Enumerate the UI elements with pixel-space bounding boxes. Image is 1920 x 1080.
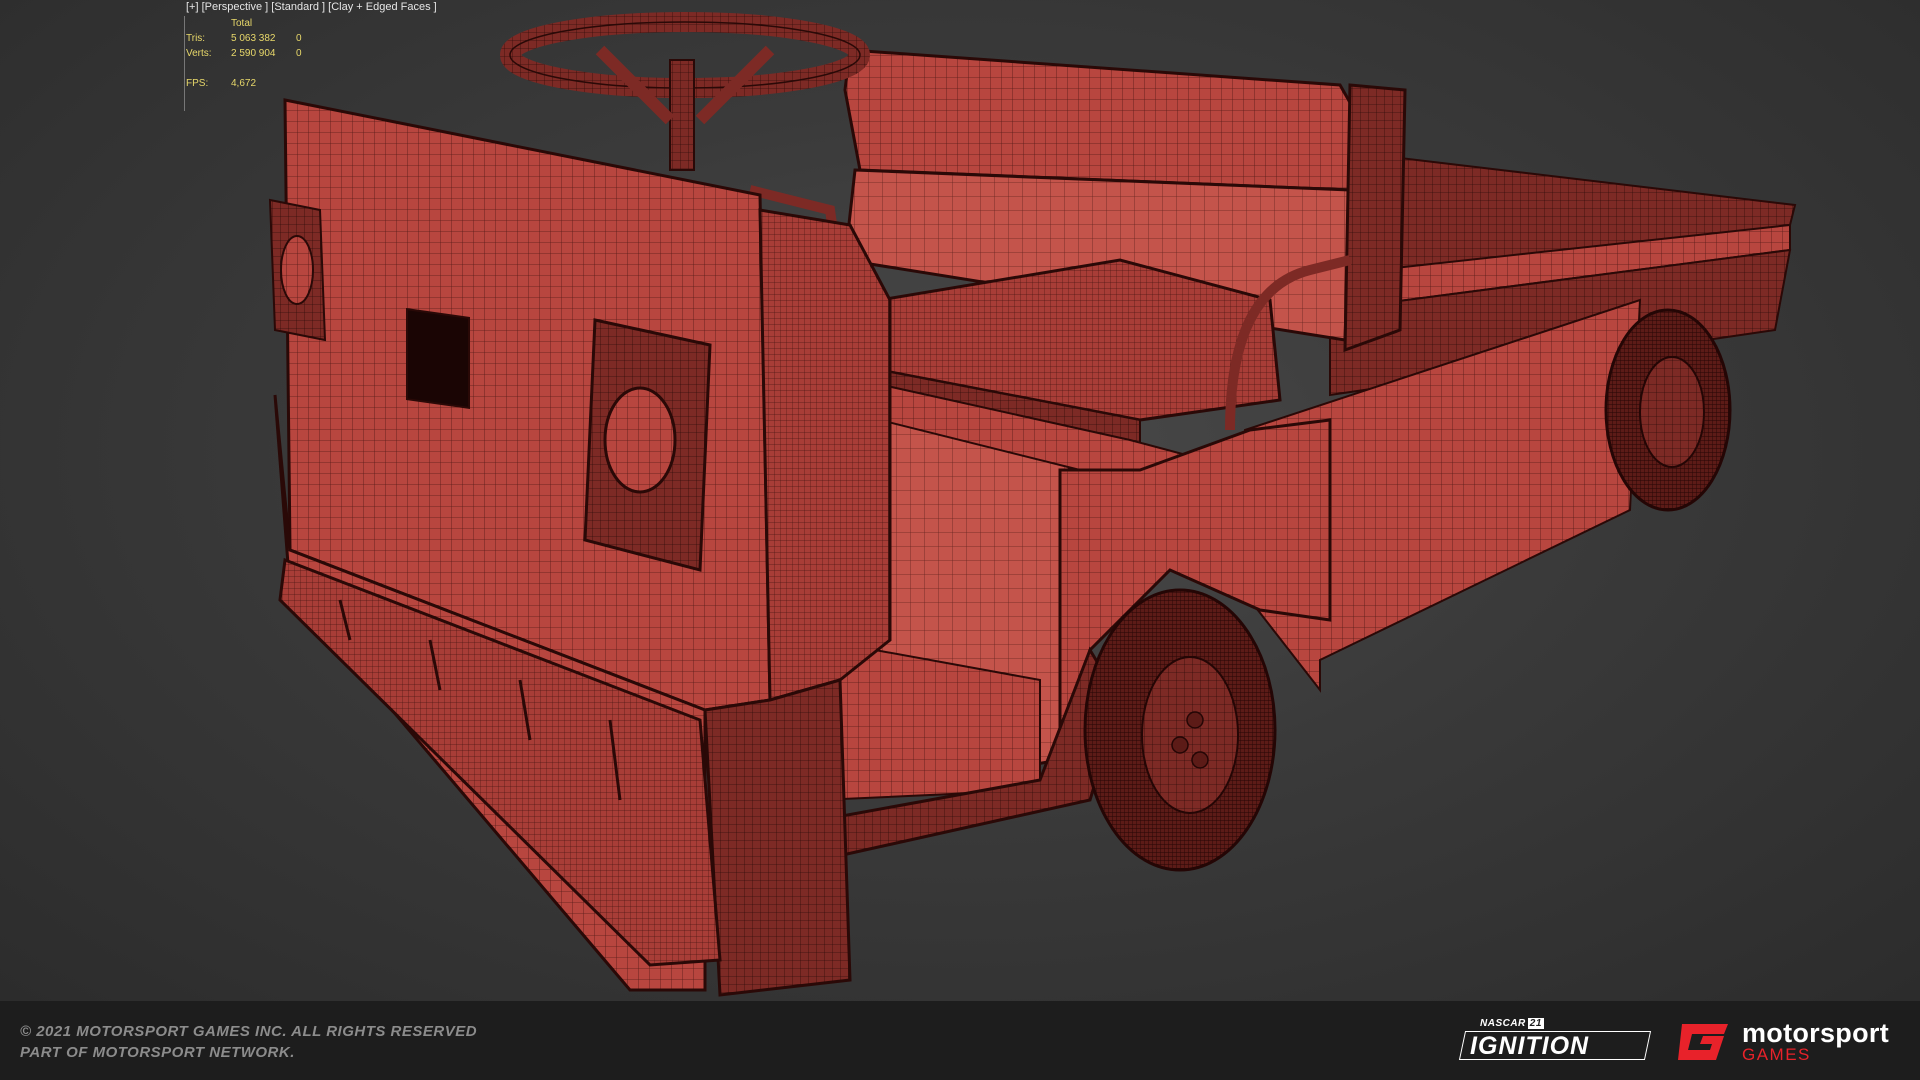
front-wheel: [1083, 588, 1277, 872]
cart-model[interactable]: [0, 0, 1920, 1001]
copyright-line-1: © 2021 MOTORSPORT GAMES INC. ALL RIGHTS …: [20, 1023, 478, 1040]
stats-row-verts: Verts: 2 590 904 0: [186, 46, 316, 61]
footer-bar: © 2021 MOTORSPORT GAMES INC. ALL RIGHTS …: [0, 1001, 1920, 1080]
brand-sub: GAMES: [1742, 1045, 1811, 1064]
verts-label: Verts:: [186, 48, 212, 59]
tris-label: Tris:: [186, 33, 206, 44]
steering-wheel: [500, 12, 870, 171]
copyright-line-2: PART OF MOTORSPORT NETWORK.: [20, 1044, 295, 1061]
fps-value: 4,672: [231, 78, 257, 89]
stats-header: Total: [231, 18, 253, 29]
stats-divider: [184, 16, 185, 111]
fps-label: FPS:: [186, 78, 209, 89]
right-lamp: [583, 318, 712, 572]
motorsport-games-logo[interactable]: motorsport GAMES: [1676, 1018, 1906, 1064]
verts-value: 2 590 904: [231, 48, 276, 59]
stats-overlay: Total Tris: 5 063 382 0 Verts: 2 590 904…: [186, 16, 316, 91]
3d-viewport[interactable]: [+] [Perspective ] [Standard ] [Clay + E…: [0, 0, 1920, 1001]
left-lamp: [268, 198, 327, 342]
nascar-label: NASCAR: [1480, 1018, 1526, 1029]
copyright-notice: © 2021 MOTORSPORT GAMES INC. ALL RIGHTS …: [20, 1021, 477, 1063]
tris-selected: 0: [296, 33, 302, 44]
tris-value: 5 063 382: [231, 33, 276, 44]
viewport-label[interactable]: [+] [Perspective ] [Standard ] [Clay + E…: [186, 1, 437, 13]
stats-row-fps: FPS: 4,672: [186, 76, 316, 91]
nascar-ignition-logo[interactable]: NASCAR 21 IGNITION: [1458, 1018, 1652, 1064]
verts-selected: 0: [296, 48, 302, 59]
motorsport-games-mark-icon: [1678, 1024, 1728, 1060]
nascar-wordmark: NASCAR 21: [1480, 1018, 1544, 1029]
stats-header-row: Total: [186, 16, 316, 31]
rear-wheel: [1604, 308, 1732, 512]
stats-row-tris: Tris: 5 063 382 0: [186, 31, 316, 46]
ignition-wordmark: IGNITION: [1470, 1032, 1590, 1060]
nascar-number: 21: [1527, 1018, 1544, 1029]
